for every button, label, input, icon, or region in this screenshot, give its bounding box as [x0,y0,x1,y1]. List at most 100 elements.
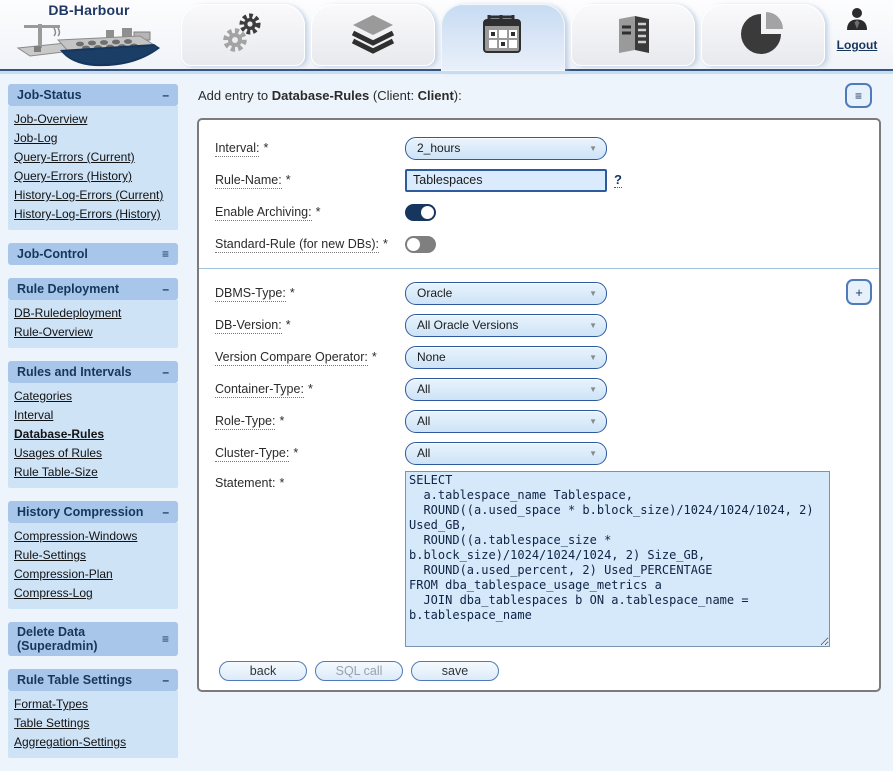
sidebar-section-items: Job-OverviewJob-LogQuery-Errors (Current… [8,106,178,230]
cluster-type-select[interactable]: All ▼ [405,442,607,465]
rule-name-help-link[interactable]: ? [614,172,622,188]
calendar-icon [481,13,525,62]
tab-layers[interactable] [311,4,435,66]
sidebar-item-categories[interactable]: Categories [14,387,72,406]
collapse-icon[interactable]: – [162,366,169,378]
db-version-row: DB-Version:* All Oracle Versions ▼ [215,309,863,341]
container-type-select[interactable]: All ▼ [405,378,607,401]
standard-rule-toggle[interactable] [405,236,436,253]
statement-row: Statement:* SELECT a.tablespace_name Tab… [215,471,863,647]
form-separator [199,268,879,269]
role-type-row: Role-Type:* All ▼ [215,405,863,437]
collapse-icon[interactable]: ≡ [162,633,169,645]
tab-scheduler[interactable] [441,4,565,71]
sidebar-section-header[interactable]: Delete Data (Superadmin) ≡ [8,622,178,656]
hamburger-icon: ≡ [855,89,862,103]
version-compare-operator-row: Version Compare Operator:* None ▼ [215,341,863,373]
panel-menu-button[interactable]: ≡ [845,83,872,108]
sidebar-section-title: Rule Deployment [17,282,119,296]
sidebar: Job-Status – Job-OverviewJob-LogQuery-Er… [8,84,178,771]
sidebar-section-items: CategoriesIntervalDatabase-RulesUsages o… [8,383,178,488]
back-button[interactable]: back [219,661,307,681]
sidebar-item-rule-overview[interactable]: Rule-Overview [14,323,93,342]
sidebar-item-job-overview[interactable]: Job-Overview [14,110,87,129]
sidebar-item-table-settings[interactable]: Table Settings [14,714,89,733]
version-compare-operator-select[interactable]: None ▼ [405,346,607,369]
sidebar-item-rule-settings[interactable]: Rule-Settings [14,546,86,565]
chevron-down-icon: ▼ [589,385,597,394]
collapse-icon[interactable]: ≡ [162,248,169,260]
sidebar-section-header[interactable]: Rules and Intervals – [8,361,178,383]
plus-icon: + [855,285,863,300]
chevron-down-icon: ▼ [589,353,597,362]
toggle-knob [421,206,434,219]
form-actions: back SQL call save [215,661,863,681]
sidebar-section-title: Rule Table Settings [17,673,132,687]
sidebar-item-db-ruledeployment[interactable]: DB-Ruledeployment [14,304,121,323]
sql-call-button[interactable]: SQL call [315,661,403,681]
sidebar-section-header[interactable]: Job-Status – [8,84,178,106]
role-type-select[interactable]: All ▼ [405,410,607,433]
sidebar-section-header[interactable]: History Compression – [8,501,178,523]
tab-statistics[interactable] [701,4,825,66]
sidebar-section: History Compression – Compression-Window… [8,501,178,609]
sidebar-item-aggregation-settings[interactable]: Aggregation-Settings [14,733,126,752]
sidebar-item-query-errors-current-[interactable]: Query-Errors (Current) [14,148,135,167]
sidebar-section-items: Compression-WindowsRule-SettingsCompress… [8,523,178,609]
save-button[interactable]: save [411,661,499,681]
toggle-knob [407,238,420,251]
collapse-icon[interactable]: – [162,283,169,295]
sidebar-item-usages-of-rules[interactable]: Usages of Rules [14,444,102,463]
interval-label: Interval:* [215,141,405,155]
chevron-down-icon: ▼ [589,321,597,330]
rule-name-input[interactable] [405,169,607,192]
sidebar-section: Rule Deployment – DB-RuledeploymentRule-… [8,278,178,348]
sidebar-item-rule-table-size[interactable]: Rule Table-Size [14,463,98,482]
dbms-type-select[interactable]: Oracle ▼ [405,282,607,305]
app-logo: DB-Harbour [8,2,170,68]
logout-link[interactable]: Logout [837,38,878,52]
cluster-type-label: Cluster-Type:* [215,446,405,460]
interval-select[interactable]: 2_hours ▼ [405,137,607,160]
sidebar-item-format-types[interactable]: Format-Types [14,695,88,714]
enable-archiving-row: Enable Archiving:* [215,196,863,228]
sidebar-item-history-log-errors-current-[interactable]: History-Log-Errors (Current) [14,186,163,205]
sidebar-section-title: Job-Control [17,247,88,261]
sidebar-item-compression-windows[interactable]: Compression-Windows [14,527,137,546]
ledger-icon [607,11,659,60]
collapse-icon[interactable]: – [162,506,169,518]
sidebar-section-title: Job-Status [17,88,82,102]
db-version-select[interactable]: All Oracle Versions ▼ [405,314,607,337]
sidebar-item-history-log-errors-history-[interactable]: History-Log-Errors (History) [14,205,161,224]
chevron-down-icon: ▼ [589,144,597,153]
add-dbms-entry-button[interactable]: + [846,279,872,305]
sidebar-item-database-rules[interactable]: Database-Rules [14,425,104,444]
tab-settings[interactable] [181,4,305,66]
sidebar-item-compression-plan[interactable]: Compression-Plan [14,565,113,584]
sidebar-section-title: Rules and Intervals [17,365,132,379]
app-title: DB-Harbour [8,2,170,18]
layers-icon [347,11,399,60]
sidebar-section-items: Format-TypesTable SettingsAggregation-Se… [8,691,178,758]
gears-icon [217,9,269,62]
version-compare-operator-label: Version Compare Operator:* [215,350,405,364]
enable-archiving-toggle[interactable] [405,204,436,221]
sidebar-section: Job-Control ≡ [8,243,178,265]
chevron-down-icon: ▼ [589,289,597,298]
db-version-label: DB-Version:* [215,318,405,332]
sidebar-item-job-log[interactable]: Job-Log [14,129,57,148]
collapse-icon[interactable]: – [162,674,169,686]
rule-name-label: Rule-Name:* [215,173,405,187]
sidebar-section: Delete Data (Superadmin) ≡ [8,622,178,656]
sidebar-item-compress-log[interactable]: Compress-Log [14,584,93,603]
tab-reports[interactable] [571,4,695,66]
sidebar-section-header[interactable]: Job-Control ≡ [8,243,178,265]
sidebar-item-query-errors-history-[interactable]: Query-Errors (History) [14,167,132,186]
sidebar-section-title: History Compression [17,505,143,519]
sidebar-item-interval[interactable]: Interval [14,406,53,425]
sidebar-section-header[interactable]: Rule Table Settings – [8,669,178,691]
statement-textarea[interactable]: SELECT a.tablespace_name Tablespace, ROU… [405,471,830,647]
enable-archiving-label: Enable Archiving:* [215,205,405,219]
sidebar-section-header[interactable]: Rule Deployment – [8,278,178,300]
collapse-icon[interactable]: – [162,89,169,101]
